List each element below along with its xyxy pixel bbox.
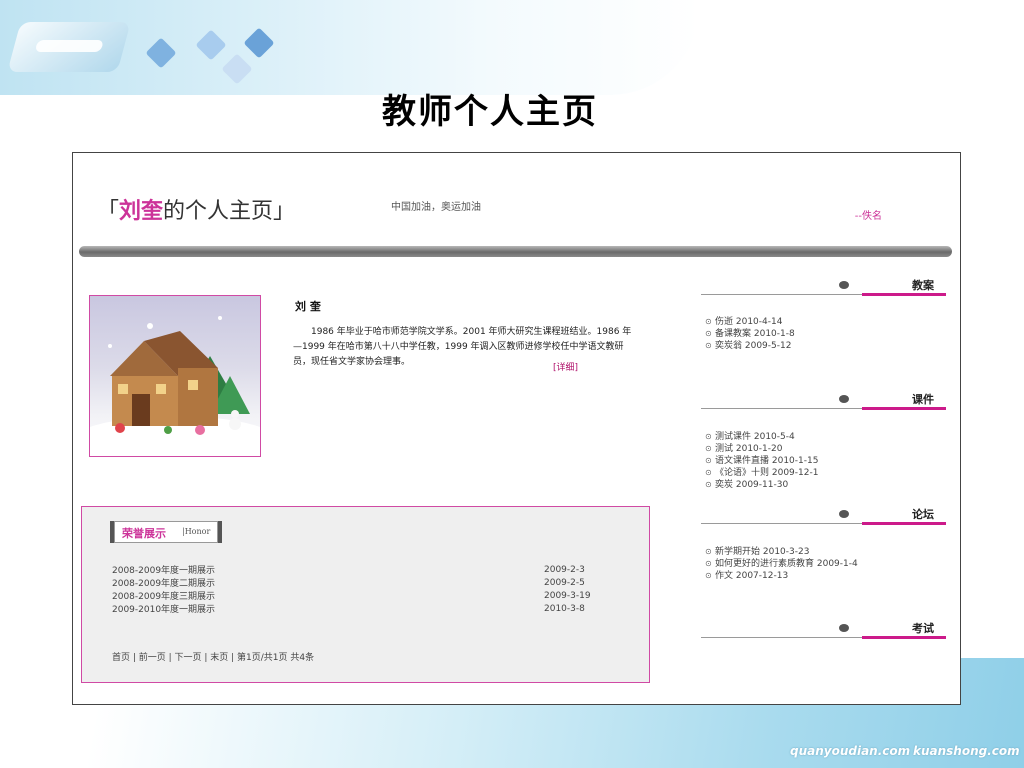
bullet-icon: ⊙ xyxy=(705,468,712,477)
list-item[interactable]: ⊙ 作文 2007-12-13 xyxy=(705,568,945,581)
list-item[interactable]: ⊙ 伤逝 2010-4-14 xyxy=(705,314,945,327)
honor-title: 荣誉展示 xyxy=(122,527,166,540)
honor-row-title: 2008-2009年度三期展示 xyxy=(112,592,216,602)
forum-list: ⊙ 新学期开始 2010-3-23 ⊙ 如何更好的进行素质教育 2009-1-4 ⊙… xyxy=(705,544,945,581)
bullet-icon: ⊙ xyxy=(705,547,712,556)
courseware-list: ⊙ 测试课件 2010-5-4 ⊙ 测试 2010-1-20 ⊙ 语文课件直播 201… xyxy=(705,429,945,490)
list-item[interactable]: ⊙ 如何更好的进行素质教育 2009-1-4 xyxy=(705,556,945,569)
section-label: 论坛 xyxy=(912,508,934,521)
homepage-screenshot: 「刘奎的个人主页」 中国加油，奥运加油 --佚名 刘 奎 1986 年毕业于哈市… xyxy=(72,152,961,705)
site-title-rest: 的个人主页」 xyxy=(163,199,296,224)
profile-bio: 1986 年毕业于哈市师范学院文学系。2001 年师大研究生课程班结业。1986… xyxy=(293,327,632,367)
diamond-icon xyxy=(195,29,227,61)
honor-list: 2008-2009年度一期展示 2009-2-3 2008-2009年度二期展示… xyxy=(112,563,612,615)
section-header-lesson-plans[interactable]: 教案 xyxy=(701,275,946,296)
dot-icon xyxy=(839,510,849,518)
slide-title: 教师个人主页 xyxy=(382,92,598,132)
section-accent-bar xyxy=(862,293,946,296)
section-accent-bar xyxy=(862,407,946,410)
list-item[interactable]: ⊙ 《论语》十则 2009-12-1 xyxy=(705,465,945,478)
section-accent-bar xyxy=(862,522,946,525)
honor-row[interactable]: 2008-2009年度三期展示 2009-3-19 xyxy=(112,589,612,602)
site-title-bracket: 「 xyxy=(97,199,120,224)
section-header-courseware[interactable]: 课件 xyxy=(701,389,946,410)
diamond-icon xyxy=(145,37,177,69)
site-title: 「刘奎的个人主页」 xyxy=(97,193,295,225)
honor-pager[interactable]: 首页 | 前一页 | 下一页 | 末页 | 第1页/共1页 共4条 xyxy=(112,650,314,663)
list-item[interactable]: ⊙ 奕炭翁 2009-5-12 xyxy=(705,338,945,351)
list-item[interactable]: ⊙ 语文课件直播 2010-1-15 xyxy=(705,453,945,466)
section-label: 课件 xyxy=(912,393,934,406)
section-accent-bar xyxy=(862,636,946,639)
slogan: 中国加油，奥运加油 xyxy=(391,202,481,213)
footer-brand-left: quanyoudian.com xyxy=(790,744,911,758)
bullet-icon: ⊙ xyxy=(705,571,712,580)
bullet-icon: ⊙ xyxy=(705,480,712,489)
list-item[interactable]: ⊙ 奕炭 2009-11-30 xyxy=(705,477,945,490)
bullet-icon: ⊙ xyxy=(705,559,712,568)
section-label: 教案 xyxy=(912,279,934,292)
section-header-forum[interactable]: 论坛 xyxy=(701,504,946,525)
honor-row-title: 2008-2009年度一期展示 xyxy=(112,566,216,576)
profile-name: 刘 奎 xyxy=(295,300,321,313)
anonymous-signature: --佚名 xyxy=(854,211,882,222)
dot-icon xyxy=(839,281,849,289)
profile-photo xyxy=(89,295,261,457)
honor-row[interactable]: 2009-2010年度一期展示 2010-3-8 xyxy=(112,602,612,615)
list-item[interactable]: ⊙ 新学期开始 2010-3-23 xyxy=(705,544,945,557)
list-item-text: 作文 2007-12-13 xyxy=(715,571,789,581)
list-item-text: 奕炭 2009-11-30 xyxy=(715,480,789,490)
bullet-icon: ⊙ xyxy=(705,432,712,441)
diamond-icon xyxy=(221,53,253,85)
honor-panel: 荣誉展示 |Honor 2008-2009年度一期展示 2009-2-3 200… xyxy=(81,506,650,683)
honor-row-title: 2008-2009年度二期展示 xyxy=(112,579,216,589)
list-item-text: 奕炭翁 2009-5-12 xyxy=(715,341,792,351)
dot-icon xyxy=(839,624,849,632)
list-item[interactable]: ⊙ 测试 2010-1-20 xyxy=(705,441,945,454)
honor-row-date: 2009-2-5 xyxy=(544,578,585,588)
profile-detail-link[interactable]: [详细] xyxy=(553,360,578,373)
section-header-exams[interactable]: 考试 xyxy=(701,618,946,639)
honor-row[interactable]: 2008-2009年度二期展示 2009-2-5 xyxy=(112,576,612,589)
list-item[interactable]: ⊙ 测试课件 2010-5-4 xyxy=(705,429,945,442)
bullet-icon: ⊙ xyxy=(705,456,712,465)
honor-subtitle: |Honor xyxy=(182,527,211,536)
honor-row-date: 2010-3-8 xyxy=(544,604,585,614)
honor-row-date: 2009-2-3 xyxy=(544,565,585,575)
bullet-icon: ⊙ xyxy=(705,341,712,350)
footer-brand-right: kuanshong.com xyxy=(913,744,1020,758)
slide-header-decoration xyxy=(0,0,700,95)
honor-tab: 荣誉展示 |Honor xyxy=(110,521,222,543)
list-item[interactable]: ⊙ 备课教案 2010-1-8 xyxy=(705,326,945,339)
header-divider xyxy=(79,246,952,257)
bullet-icon: ⊙ xyxy=(705,329,712,338)
dot-icon xyxy=(839,395,849,403)
honor-row-title: 2009-2010年度一期展示 xyxy=(112,605,216,615)
bullet-icon: ⊙ xyxy=(705,444,712,453)
site-title-name: 刘奎 xyxy=(119,198,164,224)
bullet-icon: ⊙ xyxy=(705,317,712,326)
lesson-plan-list: ⊙ 伤逝 2010-4-14 ⊙ 备课教案 2010-1-8 ⊙ 奕炭翁 2009-5… xyxy=(705,314,945,351)
honor-row[interactable]: 2008-2009年度一期展示 2009-2-3 xyxy=(112,563,612,576)
gingerbread-house-illustration xyxy=(90,316,260,456)
diamond-icon xyxy=(243,27,275,59)
brand-logo-icon xyxy=(7,22,131,72)
section-label: 考试 xyxy=(912,622,934,635)
honor-row-date: 2009-3-19 xyxy=(544,591,591,601)
